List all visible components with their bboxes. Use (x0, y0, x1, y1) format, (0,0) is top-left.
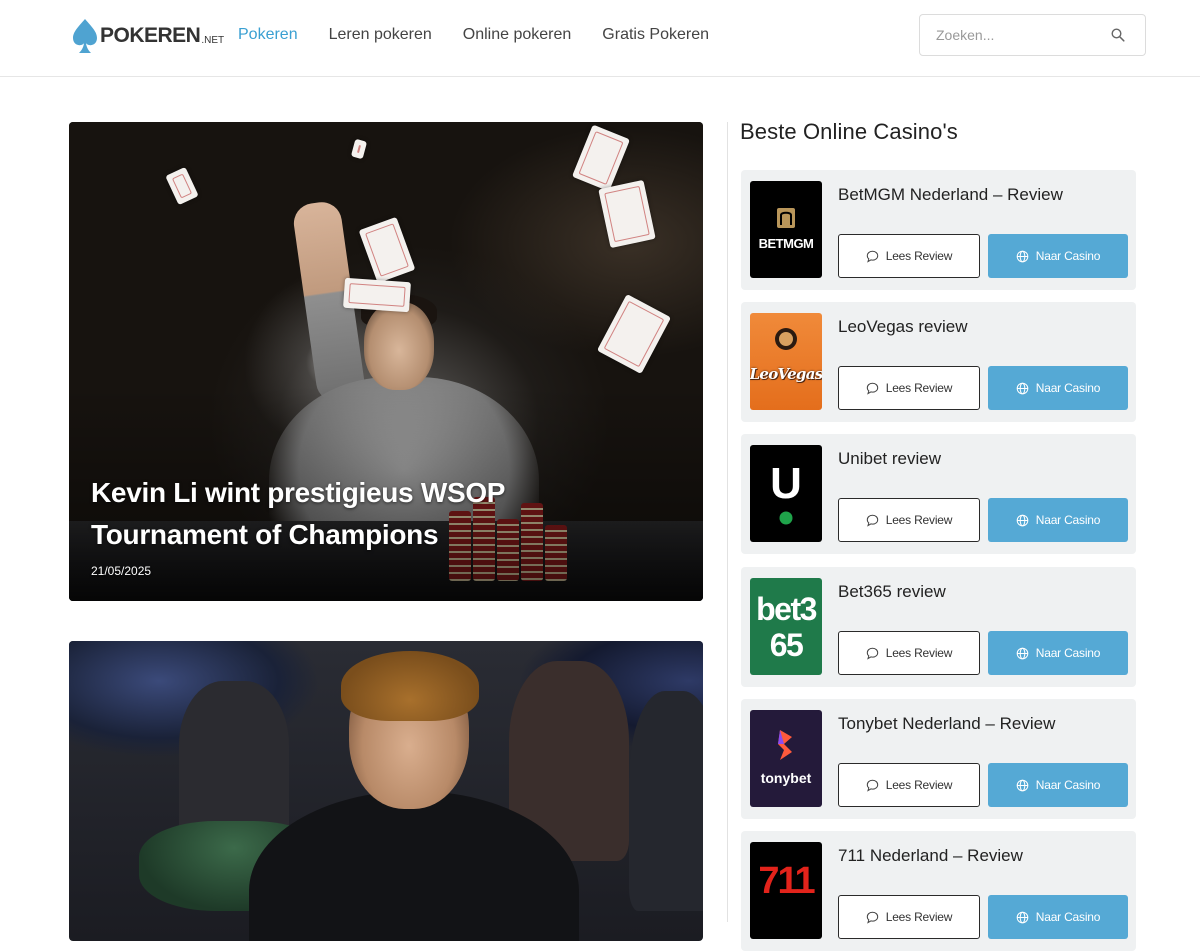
search-input[interactable] (934, 26, 1108, 44)
naar-casino-label: Naar Casino (1035, 381, 1101, 395)
search-icon[interactable] (1111, 28, 1125, 42)
casino-card-betmgm: BETMGM BetMGM Nederland – Review Lees Re… (741, 170, 1136, 290)
naar-casino-label: Naar Casino (1035, 646, 1101, 660)
casino-name[interactable]: Bet365 review (838, 582, 946, 602)
casino-logo-bet365[interactable]: bet365 (750, 578, 822, 675)
naar-casino-button[interactable]: Naar Casino (988, 895, 1128, 939)
casino-logo-text: LeoVegas (750, 364, 822, 383)
casino-logo-text: U (770, 459, 802, 508)
naar-casino-button[interactable]: Naar Casino (988, 498, 1128, 542)
green-dot-icon (779, 511, 793, 525)
naar-casino-label: Naar Casino (1035, 910, 1101, 924)
casino-name[interactable]: Unibet review (838, 449, 941, 469)
chat-bubble-icon (866, 514, 878, 527)
naar-casino-button[interactable]: Naar Casino (988, 366, 1128, 410)
spade-icon (73, 19, 97, 53)
casino-logo-tonybet[interactable]: tonybet (750, 710, 822, 807)
casino-logo-711[interactable]: 711 (750, 842, 822, 939)
article-title[interactable]: Kevin Li wint prestigieus WSOP Tournamen… (91, 472, 531, 556)
casino-logo-leovegas[interactable]: LeoVegas (750, 313, 822, 410)
lees-review-label: Lees Review (885, 249, 953, 263)
globe-icon (1016, 250, 1029, 262)
naar-casino-button[interactable]: Naar Casino (988, 234, 1128, 278)
casino-logo-text: tonybet (760, 770, 812, 786)
casino-logo-text: bet365 (756, 590, 817, 663)
lees-review-label: Lees Review (885, 778, 953, 792)
tonybet-mark-icon (778, 730, 792, 760)
lees-review-button[interactable]: Lees Review (838, 763, 980, 807)
naar-casino-label: Naar Casino (1035, 513, 1101, 527)
lees-review-button[interactable]: Lees Review (838, 498, 980, 542)
nav-item-gratis-pokeren[interactable]: Gratis Pokeren (602, 26, 709, 44)
naar-casino-button[interactable]: Naar Casino (988, 631, 1128, 675)
search-box (919, 14, 1146, 56)
logo-tld: .NET (201, 34, 225, 46)
image-detail (629, 691, 703, 911)
lion-icon (775, 328, 797, 350)
casino-logo-unibet[interactable]: U (750, 445, 822, 542)
naar-casino-label: Naar Casino (1035, 778, 1101, 792)
globe-icon (1016, 382, 1029, 394)
chat-bubble-icon (866, 779, 878, 792)
casino-name[interactable]: 711 Nederland – Review (838, 846, 1023, 866)
article-card-featured[interactable]: Kevin Li wint prestigieus WSOP Tournamen… (69, 122, 703, 601)
casino-card-711: 711 711 Nederland – Review Lees Review N… (741, 831, 1136, 951)
casino-card-bet365: bet365 Bet365 review Lees Review Naar Ca… (741, 567, 1136, 687)
nav-item-leren-pokeren[interactable]: Leren pokeren (329, 26, 432, 44)
casino-name[interactable]: BetMGM Nederland – Review (838, 185, 1063, 205)
sidebar-divider (727, 122, 728, 922)
article-card[interactable] (69, 641, 703, 941)
casino-name[interactable]: LeoVegas review (838, 317, 967, 337)
casino-card-tonybet: tonybet Tonybet Nederland – Review Lees … (741, 699, 1136, 819)
naar-casino-label: Naar Casino (1035, 249, 1101, 263)
globe-icon (1016, 779, 1029, 791)
naar-casino-button[interactable]: Naar Casino (988, 763, 1128, 807)
nav-item-online-pokeren[interactable]: Online pokeren (463, 26, 572, 44)
casino-name[interactable]: Tonybet Nederland – Review (838, 714, 1055, 734)
site-header: POKEREN .NET Pokeren Leren pokeren Onlin… (0, 0, 1200, 77)
nav-item-pokeren[interactable]: Pokeren (238, 26, 298, 44)
article-image (69, 641, 703, 941)
main-nav: Pokeren Leren pokeren Online pokeren Gra… (238, 26, 740, 44)
lees-review-button[interactable]: Lees Review (838, 631, 980, 675)
lees-review-label: Lees Review (885, 513, 953, 527)
article-date: 21/05/2025 (91, 564, 152, 578)
casino-card-leovegas: LeoVegas LeoVegas review Lees Review Naa… (741, 302, 1136, 422)
casino-logo-betmgm[interactable]: BETMGM (750, 181, 822, 278)
image-detail (179, 681, 289, 841)
lees-review-button[interactable]: Lees Review (838, 234, 980, 278)
lees-review-label: Lees Review (885, 381, 953, 395)
casino-logo-text: BETMGM (758, 236, 814, 251)
lees-review-label: Lees Review (885, 646, 953, 660)
betmgm-logo-icon (777, 208, 795, 228)
casino-card-unibet: U Unibet review Lees Review Naar Casino (741, 434, 1136, 554)
sidebar-title: Beste Online Casino's (740, 119, 958, 144)
chat-bubble-icon (866, 911, 878, 924)
casino-logo-text: 711 (758, 860, 815, 902)
lees-review-label: Lees Review (885, 910, 953, 924)
chat-bubble-icon (866, 647, 878, 660)
globe-icon (1016, 514, 1029, 526)
globe-icon (1016, 911, 1029, 923)
lees-review-button[interactable]: Lees Review (838, 895, 980, 939)
lees-review-button[interactable]: Lees Review (838, 366, 980, 410)
image-detail (341, 651, 479, 721)
logo-text: POKEREN (100, 24, 201, 47)
chat-bubble-icon (866, 250, 878, 263)
globe-icon (1016, 647, 1029, 659)
site-logo[interactable]: POKEREN .NET (72, 16, 224, 56)
chat-bubble-icon (866, 382, 878, 395)
